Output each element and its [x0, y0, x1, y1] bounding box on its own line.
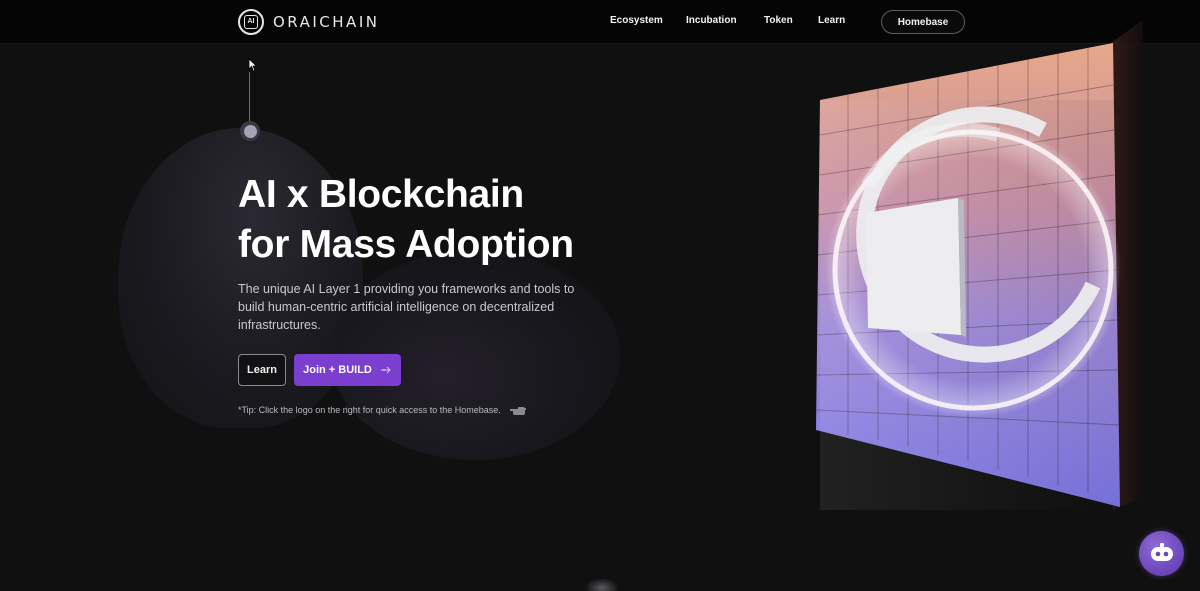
join-build-label: Join + BUILD — [303, 364, 372, 376]
sparkle-arrow-icon — [380, 366, 391, 374]
nav-link-token[interactable]: Token — [764, 15, 793, 26]
hero-title: AI x Blockchain for Mass Adoption — [238, 170, 658, 270]
join-build-button[interactable]: Join + BUILD — [294, 354, 401, 386]
hero-title-line2: for Mass Adoption — [238, 223, 574, 266]
page: AI ORAICHAIN Ecosystem Incubation Token … — [0, 0, 1200, 591]
bottom-glow — [585, 578, 619, 591]
nav-link-ecosystem[interactable]: Ecosystem — [610, 15, 663, 26]
ai-cube-artwork[interactable] — [808, 15, 1148, 510]
brand-logo[interactable]: AI ORAICHAIN — [238, 9, 379, 35]
nav-link-incubation[interactable]: Incubation — [686, 15, 737, 26]
robot-icon — [1150, 542, 1173, 561]
tip-text-row: *Tip: Click the logo on the right for qu… — [238, 404, 527, 416]
timeline-dot — [240, 121, 260, 141]
timeline-line — [249, 72, 250, 124]
brand-name: ORAICHAIN — [273, 13, 380, 31]
logo-mark-text: AI — [244, 15, 258, 29]
chat-assistant-button[interactable] — [1139, 531, 1184, 576]
hero-description: The unique AI Layer 1 providing you fram… — [238, 282, 575, 332]
mouse-pointer-icon — [248, 58, 258, 72]
pointing-hand-icon — [509, 407, 526, 415]
logo-icon: AI — [238, 9, 264, 35]
hero-title-line1: AI x Blockchain — [238, 173, 524, 216]
learn-button[interactable]: Learn — [238, 354, 286, 386]
tip-text: *Tip: Click the logo on the right for qu… — [238, 405, 501, 415]
